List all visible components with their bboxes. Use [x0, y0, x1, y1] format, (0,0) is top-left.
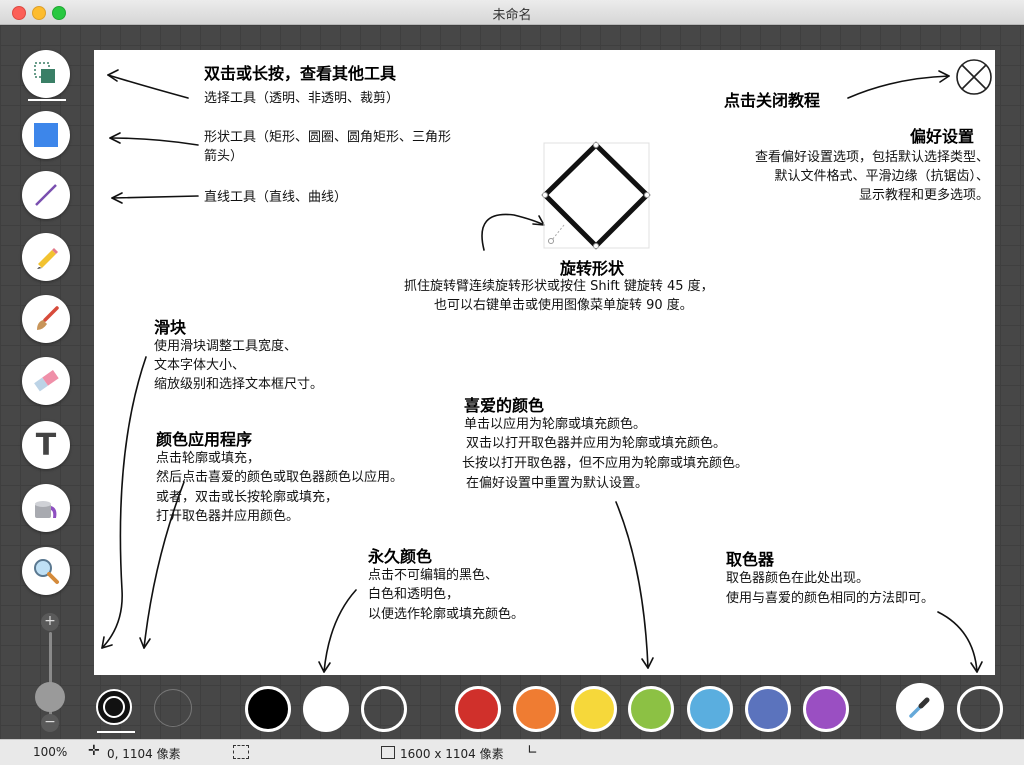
favorite-color-red[interactable]	[455, 686, 501, 732]
window-title: 未命名	[492, 8, 532, 23]
eyedropper-icon	[909, 697, 930, 718]
status-bar: 100% ✛ 0, 1104 像素 1600 x 1104 像素 ∟	[0, 739, 1024, 765]
favorite-color-blue[interactable]	[745, 686, 791, 732]
favorites-line4: 在偏好设置中重置为默认设置。	[466, 476, 649, 491]
slider-increase-button[interactable]: +	[41, 613, 59, 631]
line-tool-caption: 直线工具（直线、曲线）	[204, 190, 348, 205]
arrow-rotate	[481, 213, 545, 251]
drawing-canvas[interactable]: 双击或长按，查看其他工具 选择工具（透明、非透明、裁剪） 形状工具（矩形、圆圈、…	[94, 50, 995, 675]
arrow-favorites	[615, 501, 649, 669]
pencil-icon	[37, 248, 58, 269]
arrow-slider	[101, 356, 147, 649]
pencil-tool-button[interactable]	[22, 233, 70, 281]
color-picker-button[interactable]	[896, 683, 944, 731]
cursor-position: 0, 1104 像素	[107, 747, 181, 761]
title-bar: 未命名	[0, 0, 1024, 25]
color-app-line3: 或者，双击或长按轮廓或填充，	[156, 490, 339, 505]
picker-line2: 使用与喜爱的颜色相同的方法即可。	[726, 591, 935, 606]
paint-bucket-icon	[35, 501, 57, 518]
permanent-heading: 永久颜色	[368, 547, 433, 566]
rotate-line1: 抓住旋转臂连续旋转形状或按住 Shift 键旋转 45 度，	[404, 279, 714, 294]
crosshair-icon: ✛	[88, 743, 100, 759]
arrow-close	[847, 75, 950, 99]
double-click-heading: 双击或长按，查看其他工具	[204, 64, 397, 83]
close-tutorial-heading: 点击关闭教程	[724, 91, 821, 110]
picker-line1: 取色器颜色在此处出现。	[726, 571, 870, 586]
color-app-line1: 点击轮廓或填充，	[156, 451, 261, 466]
arrow-line-tool	[111, 195, 199, 199]
fill-tool-button[interactable]	[22, 484, 70, 532]
prefs-line1: 查看偏好设置选项，包括默认选择类型、	[754, 150, 989, 165]
outline-color-selector[interactable]	[96, 689, 132, 725]
favorites-line3: 长按以打开取色器，但不应用为轮廓或填充颜色。	[462, 456, 749, 471]
color-app-line2: 然后点击喜爱的颜色或取色器颜色以应用。	[156, 470, 404, 485]
eraser-tool-button[interactable]	[22, 357, 70, 405]
color-app-line4: 打开取色器并应用颜色。	[156, 509, 300, 524]
text-icon: T	[35, 427, 57, 463]
arrow-shape-tool	[109, 137, 199, 146]
close-tutorial-icon[interactable]	[956, 59, 992, 95]
rotate-line2: 也可以右键单击或使用图像菜单旋转 90 度。	[434, 298, 693, 313]
slider-line2: 文本字体大小、	[154, 358, 246, 373]
picker-color-slot[interactable]	[957, 686, 1003, 732]
color-black[interactable]	[245, 686, 291, 732]
text-tool-button[interactable]: T	[22, 421, 70, 469]
select-tool-icon	[34, 62, 55, 83]
shape-tool-button[interactable]	[22, 111, 76, 159]
slider-heading: 滑块	[154, 318, 187, 337]
square-shape-icon	[34, 123, 58, 147]
rotate-heading: 旋转形状	[560, 259, 625, 278]
color-app-heading: 颜色应用程序	[156, 430, 253, 449]
width-slider-knob[interactable]	[35, 682, 65, 712]
permanent-line1: 点击不可编辑的黑色、	[368, 568, 499, 583]
select-tool-button[interactable]	[22, 50, 76, 98]
permanent-line3: 以便选作轮廓或填充颜色。	[368, 607, 525, 622]
prefs-line2: 默认文件格式、平滑边缘（抗锯齿）、	[774, 169, 989, 184]
brush-icon	[37, 306, 59, 330]
active-selector-underline	[97, 731, 135, 733]
favorite-color-green[interactable]	[628, 686, 674, 732]
zoom-tool-button[interactable]	[22, 547, 70, 595]
slider-line3: 缩放级别和选择文本框尺寸。	[154, 377, 324, 392]
color-transparent[interactable]	[361, 686, 407, 732]
slider-line1: 使用滑块调整工具宽度、	[154, 339, 298, 354]
angle-icon: ∟	[527, 743, 538, 758]
magnifier-icon	[34, 559, 59, 584]
rotate-shape-demo	[541, 141, 651, 250]
favorites-line2: 双击以打开取色器并应用为轮廓或填充颜色。	[466, 436, 727, 451]
favorites-heading: 喜爱的颜色	[464, 396, 545, 415]
line-icon	[35, 184, 57, 206]
favorite-color-light-blue[interactable]	[687, 686, 733, 732]
prefs-line3: 显示教程和更多选项。	[858, 188, 989, 203]
line-tool-button[interactable]	[22, 171, 76, 219]
arrow-permanent	[323, 589, 357, 673]
favorite-color-orange[interactable]	[513, 686, 559, 732]
permanent-line2: 白色和透明色，	[368, 587, 460, 602]
color-white[interactable]	[303, 686, 349, 732]
picker-heading: 取色器	[726, 550, 775, 569]
selection-size-icon	[233, 745, 249, 759]
canvas-size: 1600 x 1104 像素	[400, 747, 504, 761]
selected-tool-indicator	[28, 99, 66, 101]
favorite-color-purple[interactable]	[803, 686, 849, 732]
canvas-size-icon	[381, 746, 395, 759]
brush-tool-button[interactable]	[22, 295, 70, 343]
shape-tool-caption-line2: 箭头）	[204, 149, 244, 164]
select-tool-caption: 选择工具（透明、非透明、裁剪）	[204, 91, 400, 106]
arrow-select-tool	[107, 74, 189, 99]
fill-color-selector[interactable]	[154, 689, 192, 727]
eraser-icon	[34, 370, 59, 392]
prefs-heading: 偏好设置	[910, 127, 975, 146]
slider-decrease-button[interactable]: −	[41, 714, 59, 732]
zoom-level: 100%	[33, 745, 68, 759]
favorites-line1: 单击以应用为轮廓或填充颜色。	[464, 417, 647, 432]
favorite-color-yellow[interactable]	[571, 686, 617, 732]
shape-tool-caption-line1: 形状工具（矩形、圆圈、圆角矩形、三角形	[204, 130, 452, 145]
